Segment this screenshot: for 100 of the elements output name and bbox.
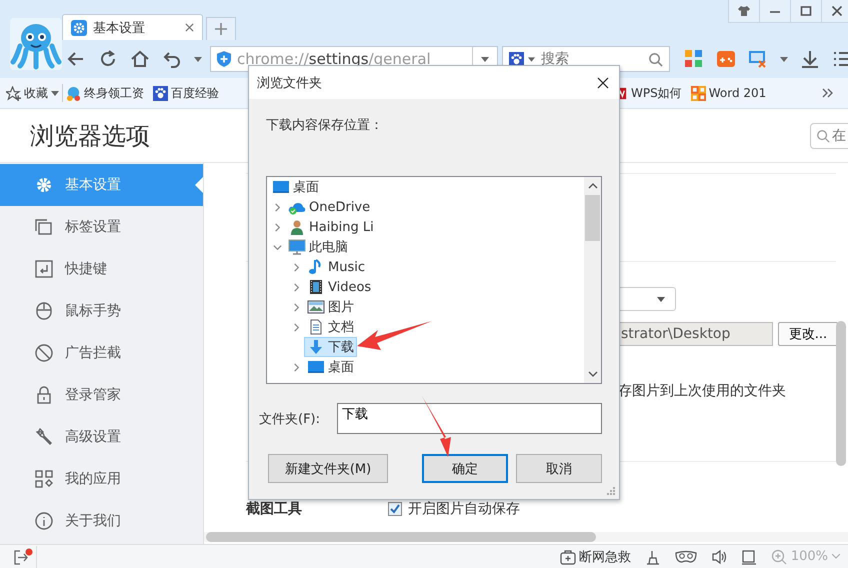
monitor-icon <box>288 239 306 255</box>
zoom-icon <box>770 548 787 564</box>
search-input[interactable]: 搜索 <box>539 50 644 68</box>
close-button[interactable] <box>821 0 848 23</box>
tree-item[interactable]: 下载 <box>304 337 357 357</box>
dialog-button[interactable]: 取消 <box>516 454 602 483</box>
search-icon[interactable] <box>648 52 663 66</box>
caret-icon <box>657 296 665 302</box>
tree-item[interactable]: 此电脑 <box>285 237 351 257</box>
tree-item[interactable]: 文档 <box>304 317 357 337</box>
film-icon <box>307 279 325 295</box>
caret-icon[interactable] <box>528 56 535 62</box>
search-icon <box>816 128 830 142</box>
chevron-right-icon[interactable] <box>292 322 301 332</box>
tabs-icon <box>35 218 53 236</box>
close-icon[interactable] <box>597 76 609 88</box>
plus-icon <box>215 23 227 35</box>
scroll-down-icon[interactable] <box>588 371 598 377</box>
scrollbar-thumb[interactable] <box>585 195 600 241</box>
monitor-icon <box>307 359 325 375</box>
dialog-button[interactable]: 新建文件夹(M) <box>268 454 388 483</box>
tab-title: 基本设置 <box>93 20 146 36</box>
down-arrow-icon <box>307 339 325 355</box>
speaker-icon[interactable] <box>710 548 727 564</box>
chevron-right-icon[interactable] <box>292 262 301 272</box>
auto-save-checkbox[interactable] <box>388 502 402 516</box>
menu-icon[interactable] <box>832 49 848 69</box>
search-input[interactable]: 在 <box>832 128 848 144</box>
page-title: 浏览器选项 <box>30 120 150 152</box>
bookmark-item[interactable]: 百度经验 <box>153 84 219 102</box>
sidebar-item[interactable]: 广告拦截 <box>0 332 203 374</box>
skin-button[interactable] <box>728 0 759 23</box>
exit-icon[interactable] <box>12 548 34 566</box>
bookmark-item[interactable]: 收藏 <box>6 84 59 102</box>
tree-item[interactable]: 桌面 <box>269 177 322 197</box>
tree-item[interactable]: Music <box>304 257 368 277</box>
download-icon[interactable] <box>800 49 820 69</box>
caret-icon <box>51 90 59 96</box>
person-icon <box>288 219 306 235</box>
screenshot-icon[interactable] <box>748 49 768 69</box>
tree-item[interactable]: 桌面 <box>304 357 357 377</box>
sidebar-item[interactable]: 登录管家 <box>0 374 203 416</box>
dialog-button[interactable]: 确定 <box>422 454 508 483</box>
window-icon[interactable] <box>740 548 757 564</box>
folder-label: 文件夹(F): <box>259 410 322 428</box>
paw-icon <box>153 86 168 100</box>
minimize-button[interactable] <box>759 0 790 23</box>
chevron-right-icon[interactable] <box>273 202 282 212</box>
sidebar-item[interactable]: 快捷键 <box>0 248 203 290</box>
apps-icon <box>35 470 53 488</box>
change-button[interactable]: 更改... <box>778 322 838 346</box>
sidebar-item[interactable]: 鼠标手势 <box>0 290 203 332</box>
sidebar-item[interactable]: 我的应用 <box>0 458 203 500</box>
chevron-right-icon[interactable] <box>273 222 282 232</box>
folder-name-field[interactable]: 下载 <box>336 403 602 434</box>
sidebar-item[interactable]: 标签设置 <box>0 206 203 248</box>
browser-tab[interactable]: 基本设置 <box>62 14 203 40</box>
section-label: 截图工具 <box>246 500 303 518</box>
monitor-icon <box>272 179 290 195</box>
maximize-button[interactable] <box>790 0 821 23</box>
pointer-notch <box>195 177 203 193</box>
broom-icon[interactable] <box>644 548 661 564</box>
gear-icon <box>71 20 87 36</box>
block-icon <box>35 344 53 362</box>
lock-icon <box>35 386 53 404</box>
chevron-right-icon[interactable] <box>292 302 301 312</box>
more-icon[interactable] <box>822 88 834 98</box>
dialog-prompt: 下载内容保存位置： <box>266 117 384 134</box>
scrollbar-thumb[interactable] <box>836 321 846 466</box>
resize-grip-icon[interactable] <box>607 487 615 495</box>
tree-item[interactable]: Haibing Li <box>285 217 377 237</box>
settings-search-field[interactable]: 在 <box>810 122 848 148</box>
octopus-logo-icon[interactable] <box>10 18 62 70</box>
scrollbar-thumb[interactable] <box>206 532 596 542</box>
mask-icon[interactable] <box>674 550 697 564</box>
chevron-down-icon[interactable] <box>273 242 282 252</box>
caret-icon[interactable] <box>194 56 202 62</box>
bookmark-item[interactable]: 终身领工资 <box>66 84 144 102</box>
grid-icon <box>690 86 706 100</box>
url-text: chrome://settings/general <box>237 50 432 68</box>
apps-icon[interactable] <box>684 49 704 69</box>
new-tab-button[interactable] <box>206 17 236 40</box>
caret-icon[interactable] <box>780 56 788 62</box>
chevron-right-icon[interactable] <box>292 282 301 292</box>
network-rescue-button[interactable]: 断网急救 <box>560 548 631 566</box>
annotation-arrow <box>422 396 451 457</box>
home-icon[interactable] <box>130 49 150 69</box>
sidebar-item[interactable]: 关于我们 <box>0 500 203 542</box>
tree-item[interactable]: Videos <box>304 277 374 297</box>
cartoon-icon <box>66 86 81 100</box>
bookmark-item[interactable]: Word 201 <box>690 86 766 100</box>
maximize-icon <box>800 5 812 17</box>
scroll-up-icon[interactable] <box>588 183 598 189</box>
chevron-right-icon[interactable] <box>292 362 301 372</box>
tree-item[interactable]: OneDrive <box>285 197 374 217</box>
shield-icon <box>217 51 231 67</box>
sidebar-item[interactable]: 高级设置 <box>0 416 203 458</box>
gamepad-icon[interactable] <box>716 49 736 69</box>
tree-item[interactable]: 图片 <box>304 297 357 317</box>
reload-icon[interactable] <box>98 49 118 69</box>
